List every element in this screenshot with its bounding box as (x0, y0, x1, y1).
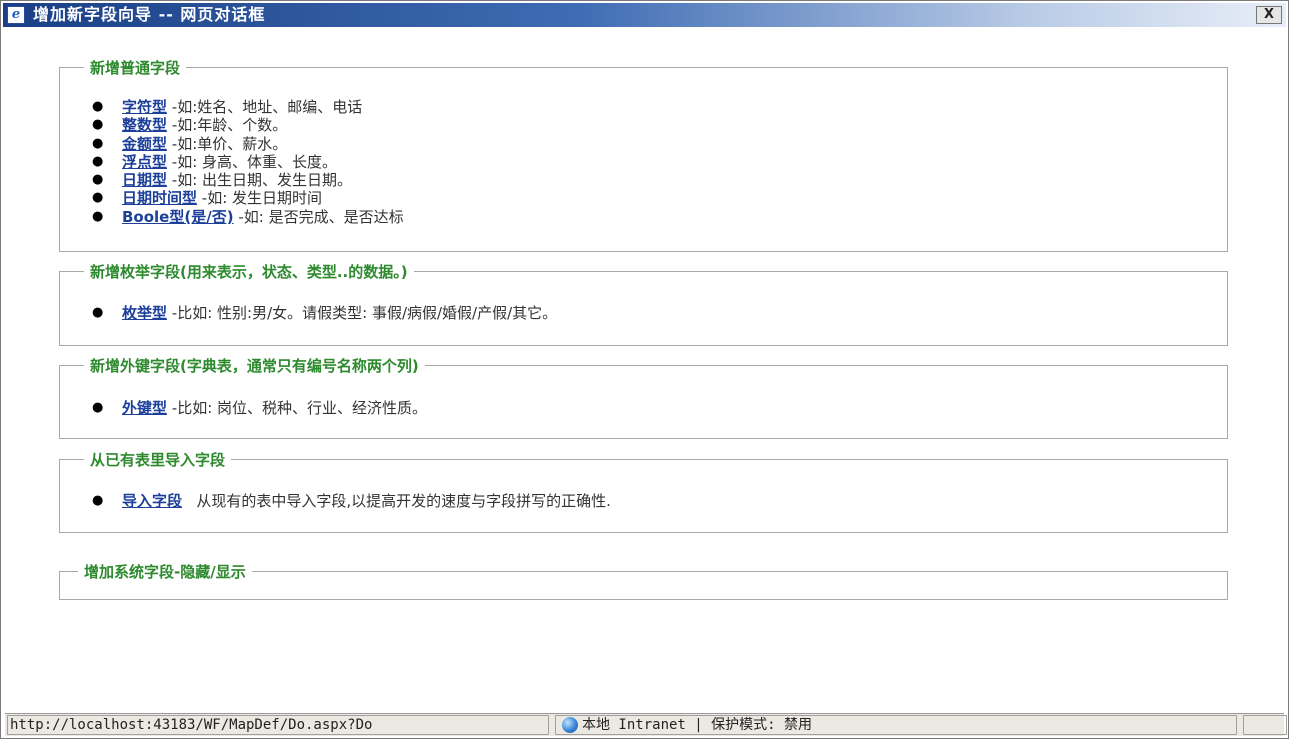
list-item: ● 浮点型 -如: 身高、体重、长度。 (92, 152, 404, 171)
list-item: ● 日期型 -如: 出生日期、发生日期。 (92, 171, 404, 190)
link-float-type[interactable]: 浮点型 (122, 153, 167, 171)
status-resize-grip (1243, 715, 1287, 735)
bullet-icon: ● (92, 99, 104, 114)
item-description: -如: 是否完成、是否达标 (233, 207, 404, 226)
bullet-icon: ● (92, 208, 104, 224)
list-item: ● 金额型 -如:单价、薪水。 (92, 134, 404, 153)
link-money-type[interactable]: 金额型 (122, 135, 167, 153)
bullet-icon: ● (92, 117, 104, 133)
bullet-icon: ● (92, 190, 104, 206)
section-system-fields: 增加系统字段-隐藏/显示 (59, 562, 1228, 600)
dialog-window: e 增加新字段向导 -- 网页对话框 X 新增普通字段 ● 字符型 -如:姓名、地… (0, 0, 1289, 739)
list-item: ● Boole型(是/否) -如: 是否完成、是否达标 (92, 207, 404, 226)
item-description: -比如: 岗位、税种、行业、经济性质。 (167, 399, 428, 417)
item-description: -如: 身高、体重、长度。 (167, 152, 338, 171)
close-button[interactable]: X (1256, 6, 1282, 24)
field-type-list: ● 字符型 -如:姓名、地址、邮编、电话 ● 整数型 -如:年龄、个数。 ● 金额型 … (92, 98, 404, 226)
link-enum-type[interactable]: 枚举型 (122, 304, 167, 322)
section-normal-fields: 新增普通字段 ● 字符型 -如:姓名、地址、邮编、电话 ● 整数型 -如:年龄、个数… (59, 58, 1228, 252)
status-bar: http://localhost:43183/WF/MapDef/Do.aspx… (5, 713, 1287, 736)
globe-icon (562, 717, 578, 733)
bullet-icon: ● (92, 135, 104, 151)
link-boolean-type[interactable]: Boole型(是/否) (122, 208, 234, 226)
link-integer-type[interactable]: 整数型 (122, 116, 167, 134)
bullet-icon: ● (92, 153, 104, 169)
bullet-icon: ● (92, 172, 104, 188)
zone-text: 本地 Intranet | 保护模式: 禁用 (582, 717, 813, 733)
status-zone: 本地 Intranet | 保护模式: 禁用 (555, 715, 1237, 735)
bullet-icon: ● (92, 493, 104, 508)
bullet-icon: ● (92, 305, 104, 320)
ie-icon: e (7, 6, 25, 24)
section-legend: 从已有表里导入字段 (84, 450, 232, 470)
list-item: ● 字符型 -如:姓名、地址、邮编、电话 (92, 98, 404, 116)
section-import-fields: 从已有表里导入字段 ● 导入字段 从现有的表中导入字段,以提高开发的速度与字段拼写… (59, 450, 1228, 533)
list-item: ● 日期时间型 -如: 发生日期时间 (92, 189, 404, 208)
section-legend: 新增枚举字段(用来表示，状态、类型..的数据。) (84, 262, 414, 282)
item-description: -如:年龄、个数。 (167, 116, 288, 135)
list-item: ● 导入字段 从现有的表中导入字段,以提高开发的速度与字段拼写的正确性. (92, 492, 611, 510)
bullet-icon: ● (92, 400, 104, 415)
section-legend-toggle[interactable]: 增加系统字段-隐藏/显示 (78, 562, 252, 582)
link-foreign-key-type[interactable]: 外键型 (122, 399, 167, 417)
item-description: -如:姓名、地址、邮编、电话 (167, 98, 363, 116)
item-description: -如: 出生日期、发生日期。 (167, 171, 353, 190)
item-description: 从现有的表中导入字段,以提高开发的速度与字段拼写的正确性. (182, 492, 611, 510)
section-enum-fields: 新增枚举字段(用来表示，状态、类型..的数据。) ● 枚举型 -比如: 性别:男/… (59, 262, 1228, 346)
foreign-key-list: ● 外键型 -比如: 岗位、税种、行业、经济性质。 (92, 399, 428, 417)
link-string-type[interactable]: 字符型 (122, 98, 167, 116)
import-list: ● 导入字段 从现有的表中导入字段,以提高开发的速度与字段拼写的正确性. (92, 492, 611, 510)
title-bar: e 增加新字段向导 -- 网页对话框 X (3, 3, 1286, 27)
link-import-fields[interactable]: 导入字段 (122, 492, 182, 510)
list-item: ● 整数型 -如:年龄、个数。 (92, 116, 404, 135)
list-item: ● 枚举型 -比如: 性别:男/女。请假类型: 事假/病假/婚假/产假/其它。 (92, 304, 558, 322)
section-legend: 新增外键字段(字典表，通常只有编号名称两个列) (84, 356, 425, 376)
item-description: -比如: 性别:男/女。请假类型: 事假/病假/婚假/产假/其它。 (167, 304, 558, 322)
link-date-type[interactable]: 日期型 (122, 171, 167, 189)
link-datetime-type[interactable]: 日期时间型 (122, 189, 197, 207)
item-description: -如:单价、薪水。 (167, 134, 288, 153)
status-url: http://localhost:43183/WF/MapDef/Do.aspx… (7, 715, 549, 735)
item-description: -如: 发生日期时间 (197, 189, 323, 208)
window-title: 增加新字段向导 -- 网页对话框 (33, 5, 266, 24)
section-legend: 新增普通字段 (84, 58, 187, 78)
enum-type-list: ● 枚举型 -比如: 性别:男/女。请假类型: 事假/病假/婚假/产假/其它。 (92, 304, 558, 322)
section-foreign-key-fields: 新增外键字段(字典表，通常只有编号名称两个列) ● 外键型 -比如: 岗位、税种、… (59, 356, 1228, 439)
list-item: ● 外键型 -比如: 岗位、税种、行业、经济性质。 (92, 399, 428, 417)
